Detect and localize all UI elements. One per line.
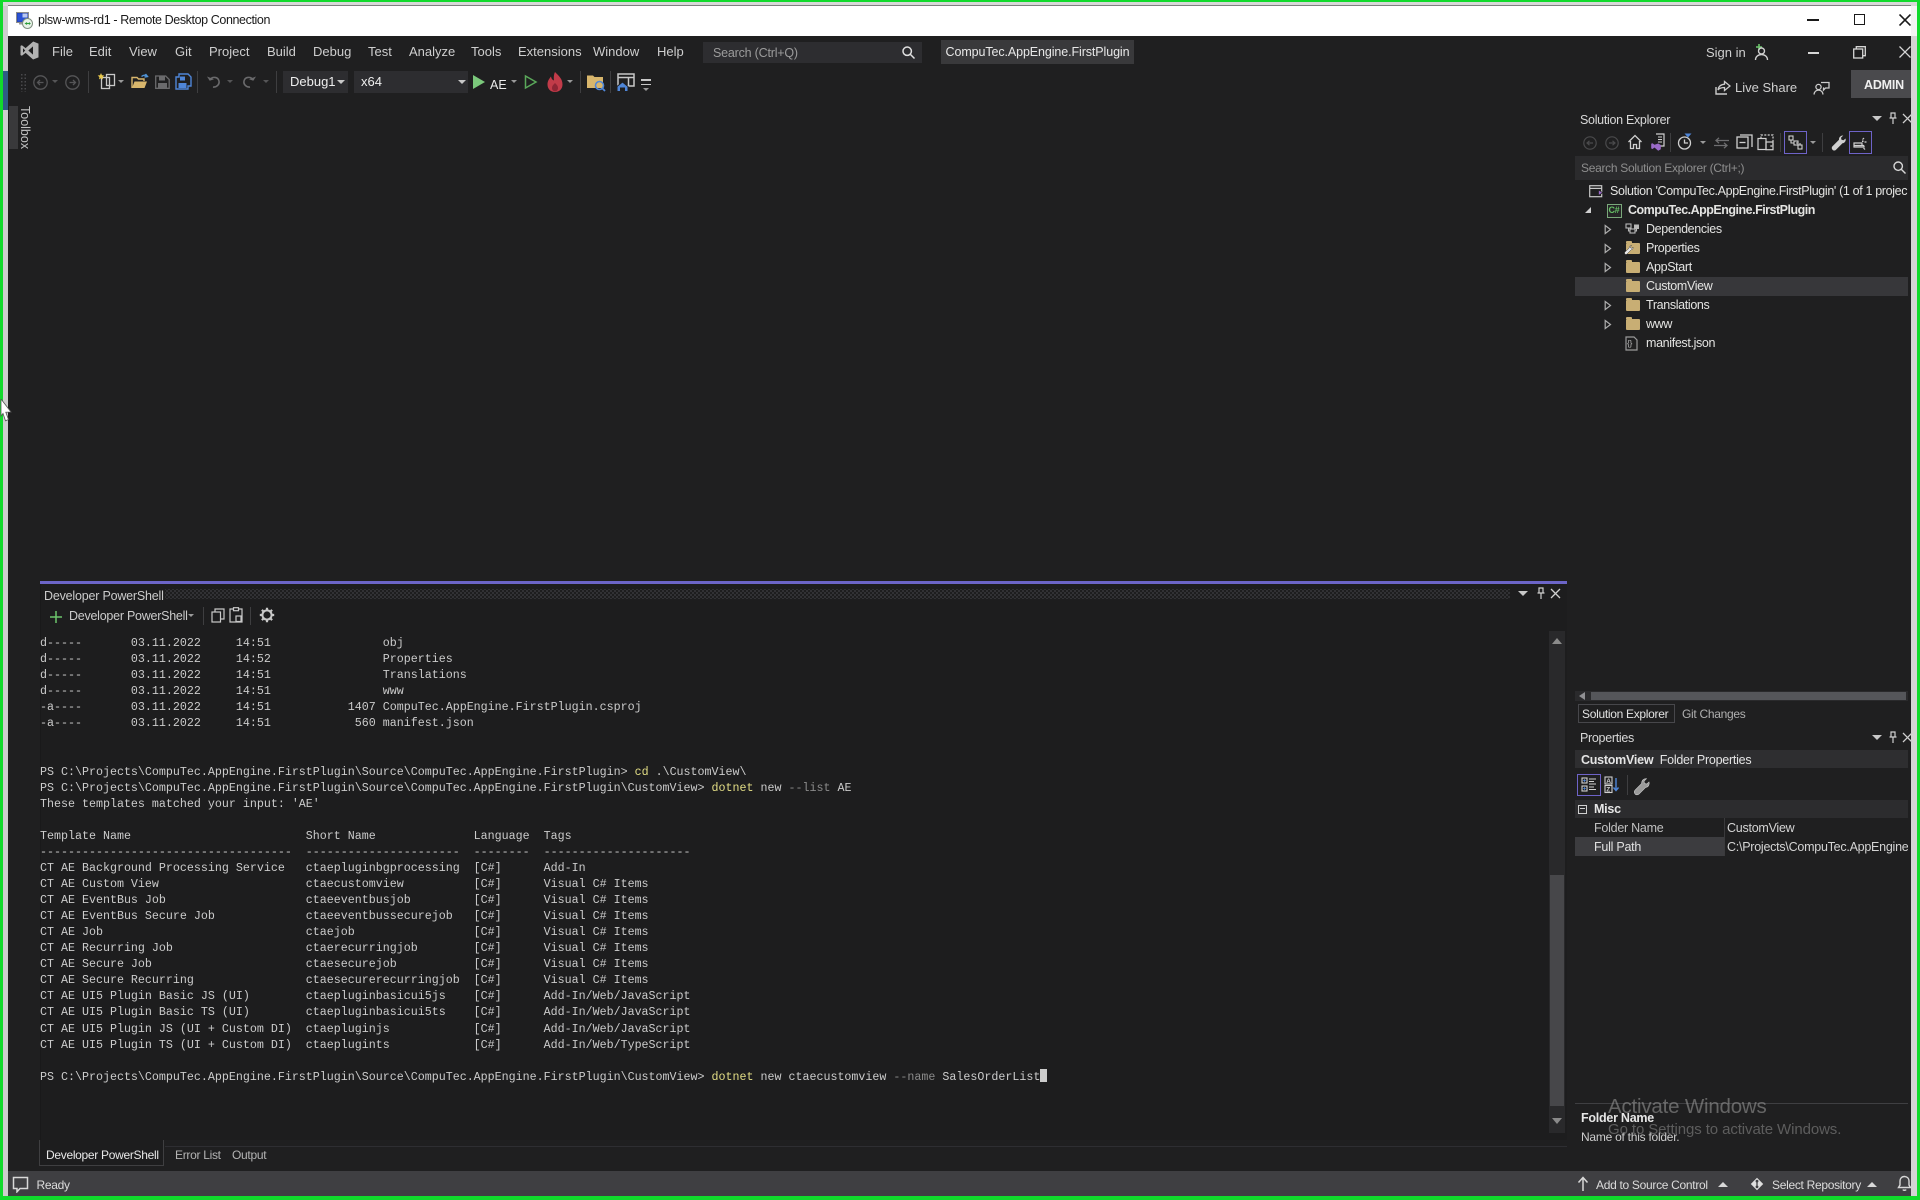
svg-text:Z: Z — [1606, 787, 1610, 794]
svg-text:A: A — [1606, 778, 1611, 785]
